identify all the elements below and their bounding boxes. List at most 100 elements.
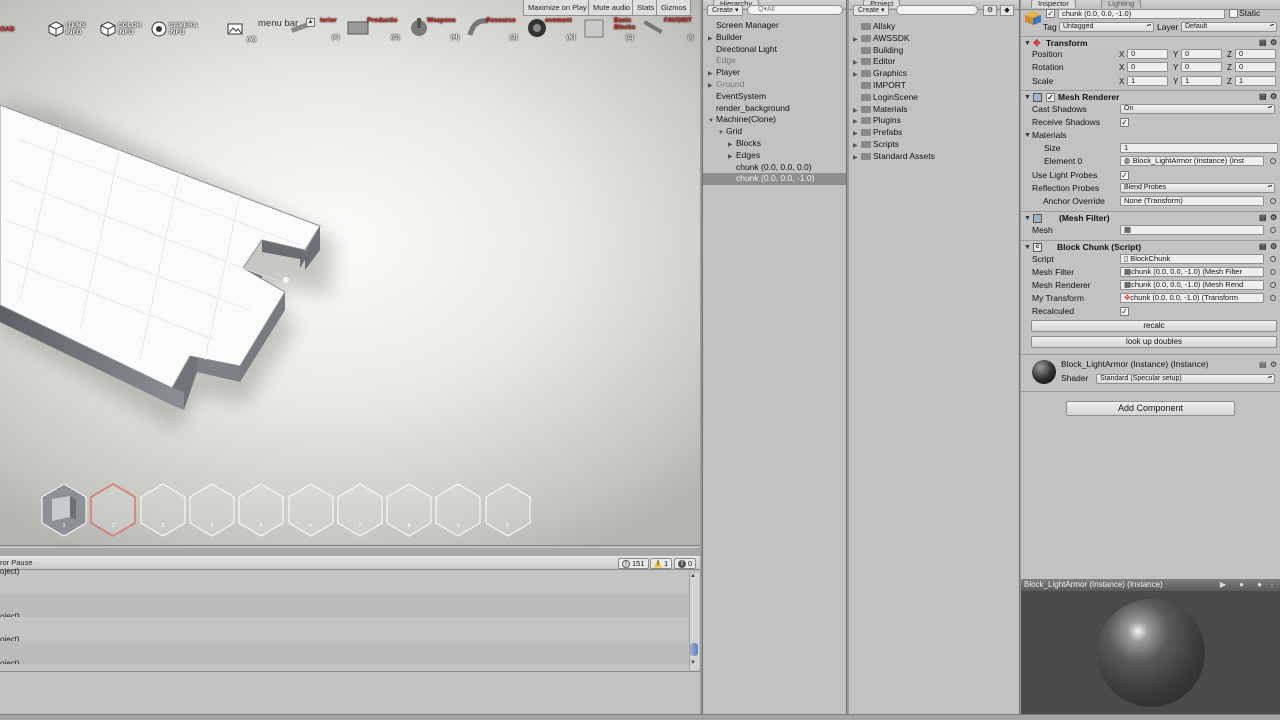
filter-label-icon[interactable]: ◆ (1000, 5, 1014, 16)
object-picker-icon[interactable] (1270, 295, 1276, 301)
transform-y-field[interactable]: 0 (1181, 62, 1222, 73)
hierarchy-create-button[interactable]: Create ▾ (707, 5, 744, 16)
help-icon[interactable]: ▤ (1259, 243, 1267, 251)
tag-dropdown[interactable]: Untagged (1059, 22, 1154, 32)
block-chunk-header[interactable]: ▼ c Block Chunk (Script) ▤ ⚙ (1021, 240, 1280, 254)
hotbar-slot[interactable]: 3 (139, 483, 187, 537)
hotbar-slot[interactable]: 8 (385, 483, 433, 537)
object-name-field[interactable]: chunk (0.0, 0.0, -1.0) (1058, 9, 1225, 19)
expand-arrow-icon[interactable]: ▶ (853, 153, 861, 164)
load-button[interactable]: OAD (0, 17, 14, 41)
materials-row[interactable]: ▼ Materials (1021, 129, 1280, 142)
warning-count-toggle[interactable]: ! 1 (650, 558, 673, 569)
object-picker-icon[interactable] (1270, 269, 1276, 275)
filter-type-icon[interactable]: ⚙ (983, 5, 997, 16)
hotbar-slot[interactable]: 6 (287, 483, 335, 537)
hotbar-slot[interactable]: 5 (237, 483, 285, 537)
project-folder[interactable]: ▶ Standard Assets (849, 151, 1018, 163)
settings-gear-icon[interactable]: ⚙ (1270, 214, 1278, 222)
light-probes-checkbox[interactable]: ✓ (1120, 171, 1129, 180)
hierarchy-item[interactable]: render_background (703, 103, 846, 115)
hierarchy-item[interactable]: chunk (0.0, 0.0, -1.0) (703, 173, 846, 185)
gizmos-button[interactable]: Gizmos (656, 0, 692, 16)
console-log-row[interactable]: oject) (0, 593, 688, 621)
shader-dropdown[interactable]: Standard (Specular setup) (1096, 374, 1275, 384)
recalculed-checkbox[interactable]: ✓ (1120, 307, 1129, 316)
console-log-row[interactable]: oject) (0, 640, 688, 668)
transform-y-field[interactable]: 1 (1181, 75, 1222, 86)
color-info-button[interactable]: COLOR INFO (100, 17, 141, 41)
hierarchy-item[interactable]: ▶ Edges (703, 150, 846, 162)
mesh-renderer-enabled-checkbox[interactable]: ✓ (1046, 93, 1055, 102)
console-log-row[interactable]: oject) (0, 567, 688, 593)
settings-gear-icon[interactable]: ⚙ (1270, 243, 1278, 251)
settings-gear-icon[interactable]: ⚙ (1270, 361, 1278, 369)
hotbar-slot[interactable]: 4 (188, 483, 236, 537)
project-folder[interactable]: ▶ Materials (849, 104, 1018, 116)
script-field[interactable]: ▯ BlockChunk (1120, 254, 1264, 264)
transform-x-field[interactable]: 0 (1127, 62, 1168, 73)
maximize-on-play-button[interactable]: Maximize on Play (523, 0, 592, 16)
transform-z-field[interactable]: 1 (1235, 75, 1276, 86)
object-picker-icon[interactable] (1270, 256, 1276, 262)
materials-fold-icon[interactable]: ▼ (1024, 129, 1031, 142)
hierarchy-item[interactable]: EventSystem (703, 91, 846, 103)
bc-mesh-filter-field[interactable]: ▦chunk (0.0, 0.0, -1.0) (Mesh Filter (1120, 267, 1264, 277)
recalc-button[interactable]: recalc (1031, 320, 1277, 332)
bc-mesh-renderer-field[interactable]: ▦chunk (0.0, 0.0, -1.0) (Mesh Rend (1120, 280, 1264, 290)
anchor-override-field[interactable]: None (Transform) (1120, 196, 1264, 206)
object-picker-icon[interactable] (1270, 282, 1276, 288)
transform-z-field[interactable]: 0 (1235, 62, 1276, 73)
element0-field[interactable]: ◍ Block_LightArmor (Instance) (Inst (1120, 156, 1264, 166)
hierarchy-item[interactable]: ▶ Ground (703, 79, 846, 91)
my-transform-field[interactable]: ✥chunk (0.0, 0.0, -1.0) (Transform (1120, 293, 1264, 303)
error-pause-button[interactable]: ror Pause (0, 558, 33, 567)
error-count-toggle[interactable]: ! 0 (674, 558, 697, 569)
settings-gear-icon[interactable]: ⚙ (1270, 93, 1278, 101)
hierarchy-item[interactable]: ▶ Player (703, 67, 846, 79)
camera-info-button[interactable]: CAMERA INFO (151, 17, 203, 41)
project-folder[interactable]: ▶ Prefabs (849, 127, 1018, 139)
items-info-button[interactable]: ITEMS INFO (48, 17, 88, 41)
transform-x-field[interactable]: 0 (1127, 49, 1168, 59)
tab-inspector[interactable]: Inspector (1031, 0, 1076, 8)
hierarchy-item[interactable]: ▶ Builder (703, 32, 846, 44)
hotbar-slot[interactable]: 7 (336, 483, 384, 537)
category-resource[interactable]: Resource (J) (466, 17, 517, 41)
scroll-up-icon[interactable]: ▲ (690, 573, 696, 579)
category-weapons[interactable]: Weapons (H) (407, 17, 459, 41)
material-preview-header[interactable]: Block_LightArmor (Instance) (Instance) ▶… (1021, 579, 1280, 591)
project-search-input[interactable] (896, 5, 978, 15)
game-view[interactable]: Maximize on Play Mute audio Stats Gizmos… (0, 0, 700, 545)
mesh-renderer-header[interactable]: ▼ ✓ Mesh Renderer ▤ ⚙ (1021, 90, 1280, 104)
category-production[interactable]: Productio (G) (345, 17, 400, 41)
hotbar-slot[interactable]: 0 (484, 483, 532, 537)
category-basic-blocks[interactable]: Basic Blocks (L) (582, 17, 635, 41)
console-log-row[interactable]: oject) (0, 617, 688, 644)
help-icon[interactable]: ▤ (1259, 39, 1267, 47)
project-folder[interactable]: Building (849, 45, 1018, 57)
active-checkbox[interactable]: ✓ (1046, 9, 1055, 18)
add-component-button[interactable]: Add Component (1066, 401, 1235, 416)
material-preview[interactable] (1021, 591, 1280, 714)
receive-shadows-checkbox[interactable]: ✓ (1120, 118, 1129, 127)
play-icon[interactable]: ▶ (1220, 579, 1226, 591)
category-favorites[interactable]: FAVORIT (I) (640, 17, 694, 41)
help-icon[interactable]: ▤ (1259, 214, 1267, 222)
hierarchy-item[interactable]: chunk (0.0, 0.0, 0.0) (703, 162, 846, 174)
reflection-probes-dropdown[interactable]: Blend Probes (1120, 183, 1275, 193)
transform-y-field[interactable]: 0 (1181, 49, 1222, 59)
settings-gear-icon[interactable]: ⚙ (1270, 39, 1278, 47)
project-folder[interactable]: ▶ Editor (849, 56, 1018, 68)
tab-lighting[interactable]: Lighting (1101, 0, 1142, 8)
project-folder[interactable]: ▶ Graphics (849, 68, 1018, 80)
picture-button[interactable]: (M) (227, 17, 256, 43)
mesh-field[interactable]: ▦ (1120, 225, 1264, 235)
mesh-filter-header[interactable]: ▼ (Mesh Filter) ▤ ⚙ (1021, 211, 1280, 225)
project-folder[interactable]: ▶ AWSSDK (849, 33, 1018, 45)
hierarchy-item[interactable]: ▼ Machine(Clone) (703, 114, 846, 126)
layer-dropdown[interactable]: Default (1181, 22, 1277, 32)
object-picker-icon[interactable] (1270, 227, 1276, 233)
info-count-toggle[interactable]: ! 151 (618, 558, 649, 569)
help-icon[interactable]: ▤ (1259, 93, 1267, 101)
